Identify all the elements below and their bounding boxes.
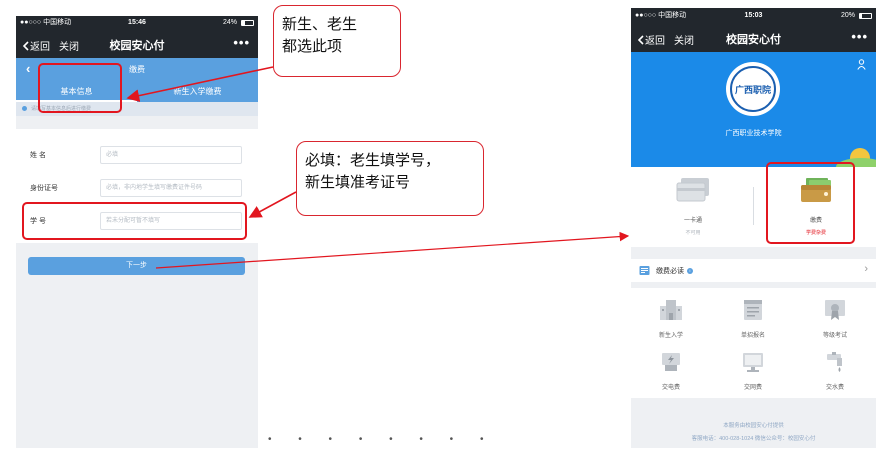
page-dots: • • • • • • • • — [268, 434, 496, 445]
arrow-to-tab — [126, 66, 274, 102]
arrow-next-to-payment — [155, 231, 630, 269]
arrow-to-student-id — [248, 191, 297, 218]
annotation-arrows — [126, 66, 630, 269]
